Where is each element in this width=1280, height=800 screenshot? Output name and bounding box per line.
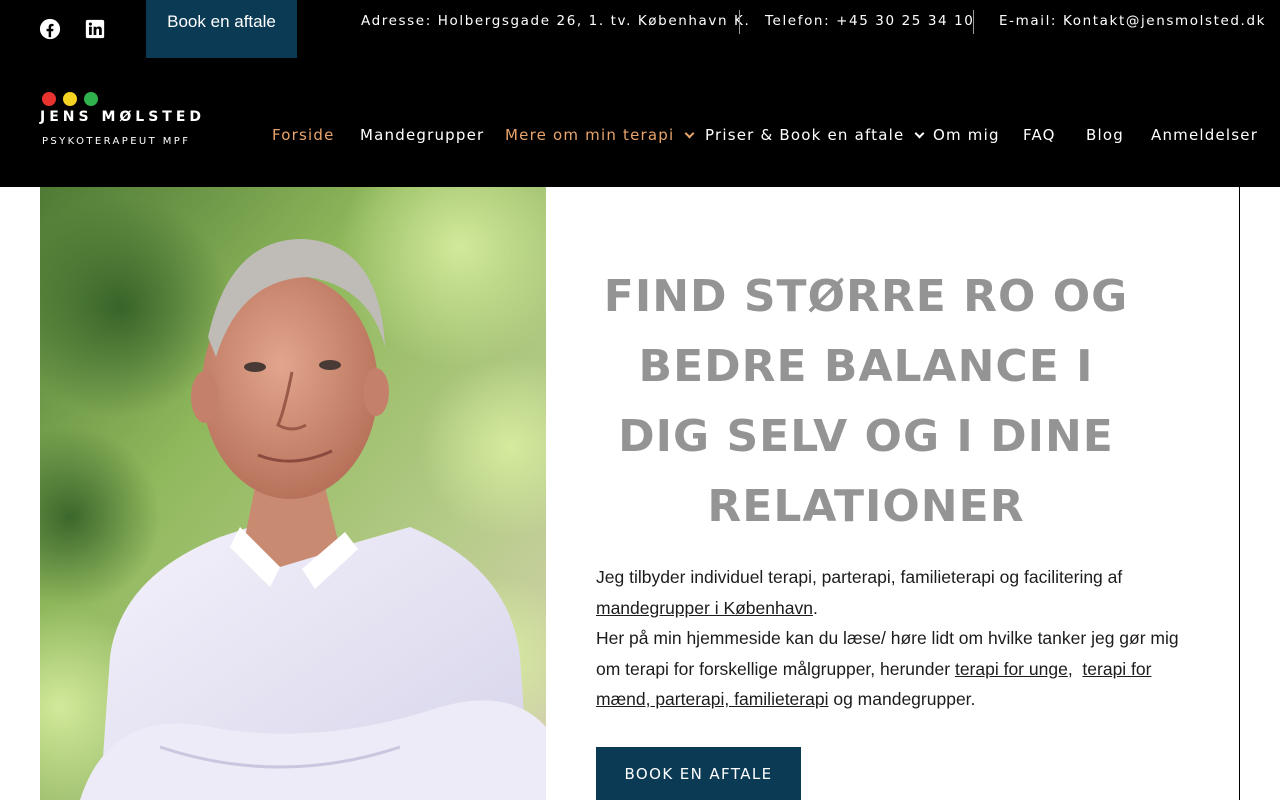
logo-dots [42,92,220,106]
nav-item-label: Mere om min terapi [505,126,675,144]
terapi-for-unge-link[interactable]: terapi for unge [955,659,1068,679]
nav-item-label: Forside [272,126,335,144]
site-logo[interactable]: JENS MØLSTED PSYKOTERAPEUT MPF [40,92,220,152]
intro-text-1: Jeg tilbyder individuel terapi, parterap… [596,567,1123,587]
intro-text-end: og mandegrupper. [833,689,976,709]
logo-dot-red [42,92,56,106]
headline-line: DIG SELV OG I DINE [618,411,1114,462]
nav-item-label: Mandegrupper [360,126,485,144]
chevron-down-icon [915,128,925,138]
linkedin-icon[interactable] [84,18,106,40]
intro-punct: . [812,597,818,618]
address-text: Adresse: Holbergsgade 26, 1. tv. Københa… [361,13,751,29]
top-bar: Book en aftale Adresse: Holbergsgade 26,… [0,0,1280,58]
nav-item-label: Blog [1086,126,1124,144]
nav-item-faq[interactable]: FAQ [1023,126,1056,144]
nav-item-label: Priser & Book en aftale [705,126,905,144]
logo-subtitle: PSYKOTERAPEUT MPF [42,136,191,147]
hero-intro-text: Jeg tilbyder individuel terapi, parterap… [596,562,1196,715]
chevron-down-icon [684,128,695,138]
nav-item-label: FAQ [1023,126,1056,144]
divider [973,10,974,34]
nav-item-anmeldelser[interactable]: Anmeldelser [1151,126,1258,144]
nav-item-mere-om-min-terapi[interactable]: Mere om min terapi [505,126,695,144]
logo-dot-yellow [63,92,77,106]
intro-punct: , [1067,658,1073,679]
nav-item-mandegrupper[interactable]: Mandegrupper [360,126,484,144]
therapist-portrait-photo [40,187,546,800]
right-border-line [1239,187,1240,800]
email-link[interactable]: E-mail: Kontakt@jensmolsted.dk [999,13,1266,29]
logo-dot-green [84,92,98,106]
headline-line: BEDRE BALANCE I [638,341,1094,392]
headline-line: RELATIONER [707,481,1025,532]
nav-item-blog[interactable]: Blog [1086,126,1124,144]
headline-line: FIND STØRRE RO OG [603,271,1129,322]
nav-item-label: Anmeldelser [1151,126,1259,144]
book-appointment-button[interactable]: Book en aftale [146,0,297,58]
nav-item-priser-book[interactable]: Priser & Book en aftale [705,126,925,144]
book-appointment-cta-button[interactable]: BOOK EN AFTALE [596,747,801,800]
facebook-icon[interactable] [39,18,61,40]
hero-headline: FIND STØRRE RO OG BEDRE BALANCE I DIG SE… [596,262,1136,542]
nav-item-om-mig[interactable]: Om mig [933,126,1000,144]
site-header: JENS MØLSTED PSYKOTERAPEUT MPF Forside M… [0,58,1280,187]
phone-link[interactable]: Telefon: +45 30 25 34 10 [765,13,975,29]
mandegrupper-link[interactable]: mandegrupper i København [596,598,813,618]
nav-item-forside[interactable]: Forside [272,126,335,144]
logo-name: JENS MØLSTED [40,109,206,125]
divider [739,10,740,34]
nav-item-label: Om mig [933,126,1000,144]
